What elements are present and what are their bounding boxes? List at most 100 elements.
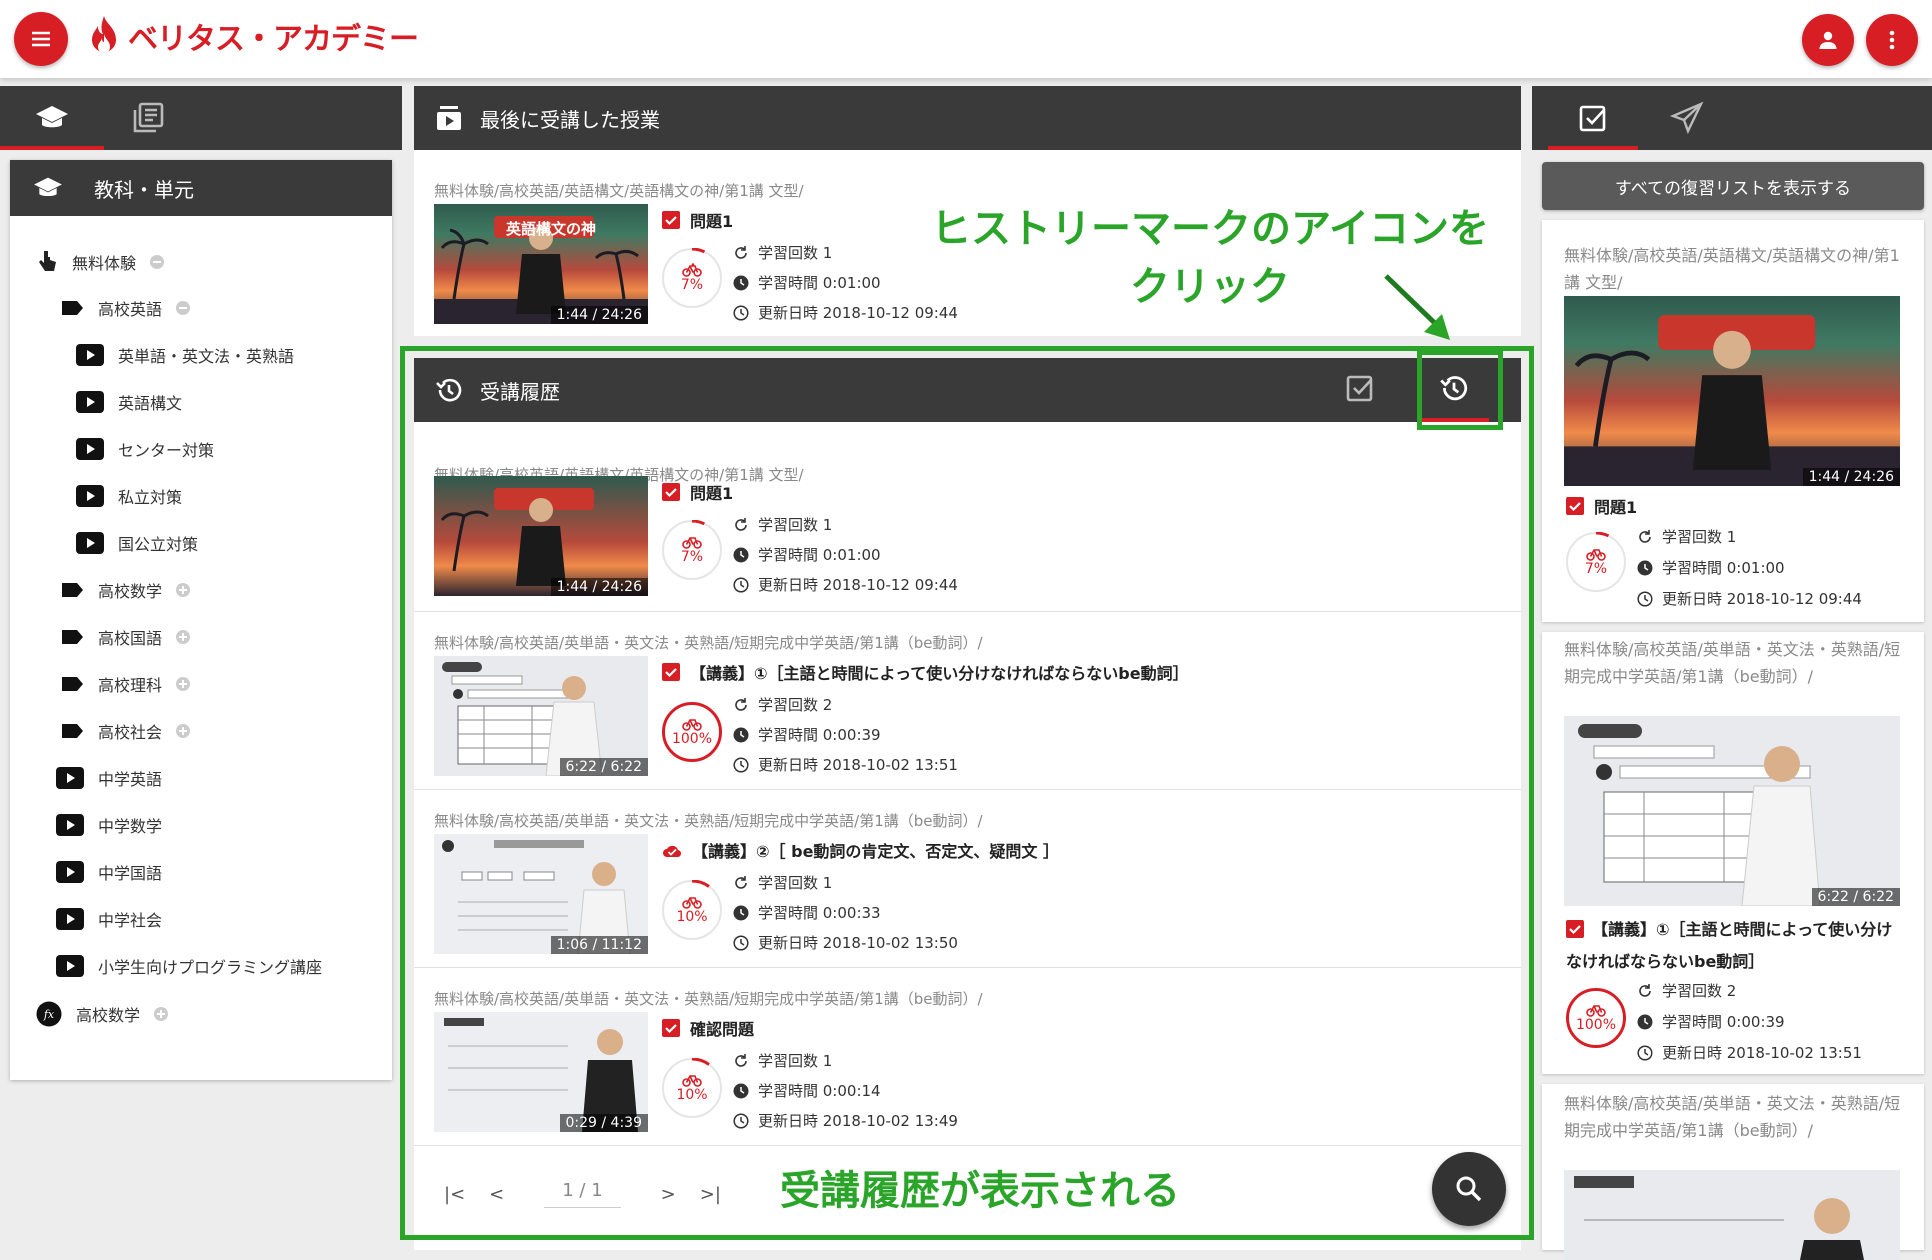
tree-item[interactable]: 小学生向けプログラミング講座	[56, 954, 322, 978]
clock-outline-icon	[733, 304, 749, 321]
bicycle-icon	[1586, 1005, 1606, 1017]
hand-pointer-icon	[36, 249, 58, 275]
study-time: 学習時間 0:01:00	[1636, 557, 1785, 578]
tab-subjects[interactable]	[0, 86, 104, 150]
tab-review-list[interactable]	[1548, 86, 1638, 150]
study-time: 学習時間 0:00:39	[1636, 1011, 1785, 1032]
clock-filled-icon	[1637, 1014, 1653, 1029]
tree-item-label: 高校理科	[98, 676, 163, 695]
tree-item[interactable]: 高校社会	[60, 719, 191, 743]
app-logo[interactable]: ベリタス・アカデミー	[86, 14, 419, 58]
tag-icon	[60, 723, 84, 739]
progress-ring: 7%	[1566, 532, 1626, 592]
tab-messages[interactable]	[1642, 86, 1732, 150]
more-options-button[interactable]	[1866, 14, 1918, 66]
video-thumbnail[interactable]: 6:22 / 6:22	[1564, 716, 1900, 906]
tree-item[interactable]: 国公立対策	[76, 531, 198, 555]
tag-icon	[60, 300, 84, 316]
study-count-text: 学習回数 2	[1662, 982, 1737, 1000]
account-button[interactable]	[1802, 14, 1854, 66]
tree-item-label: 私立対策	[118, 488, 183, 507]
study-time: 学習時間 0:01:00	[732, 272, 881, 293]
thumbnail-art	[1574, 1176, 1864, 1260]
tree-item-label: 国公立対策	[118, 535, 199, 554]
expand-icon[interactable]	[176, 630, 191, 644]
expand-icon[interactable]	[176, 583, 191, 597]
progress-percent: 100%	[1575, 1017, 1617, 1033]
progress-arc	[1595, 532, 1610, 538]
checkbox-checked-icon	[1566, 497, 1584, 515]
updated-at: 更新日時 2018-10-12 09:44	[1636, 588, 1862, 609]
tree-item[interactable]: fx 高校数学	[36, 1001, 169, 1027]
tree-item[interactable]: 高校数学	[60, 578, 191, 602]
tree-item[interactable]: 私立対策	[76, 484, 182, 508]
tag-icon	[60, 629, 84, 645]
video-library-icon	[437, 106, 461, 130]
checkbox-checked-icon	[662, 211, 680, 229]
breadcrumb: 無料体験/高校英語/英語構文/英語構文の神/第1講 文型/	[434, 182, 804, 200]
subject-tree-card: 教科・単元 無料体験 高校英語 英単語・英文法・英熟語 英語構文 センター対策 私立対策国…	[10, 160, 392, 1080]
question-label: 問題1	[690, 212, 734, 231]
menu-button[interactable]	[14, 12, 68, 66]
expand-icon[interactable]	[176, 724, 191, 738]
refresh-icon	[735, 245, 747, 259]
review-card[interactable]: 無料体験/高校英語/英語構文/英語構文の神/第1講 文型/ 1:44 / 24:…	[1542, 220, 1924, 622]
checkbox-outline-icon	[1579, 105, 1606, 132]
tree-item[interactable]: 中学社会	[56, 907, 162, 931]
video-thumbnail[interactable]: 1:44 / 24:26	[1564, 296, 1900, 486]
video-thumbnail[interactable]: 英語構文の神 1:44 / 24:26	[434, 204, 648, 324]
play-icon	[76, 485, 104, 507]
graduation-cap-icon	[34, 177, 62, 197]
thumbnail-banner: 英語構文の神	[506, 220, 597, 238]
last-lesson-header: 最後に受講した授業	[414, 86, 1521, 150]
tree-item[interactable]: 高校理科	[60, 672, 191, 696]
annotation-highlight-history-panel	[400, 346, 1534, 1240]
study-count: 学習回数 1	[732, 242, 832, 263]
tree-item-label: センター対策	[118, 441, 215, 460]
svg-text:fx: fx	[43, 1008, 55, 1021]
play-icon	[56, 908, 84, 930]
video-thumbnail[interactable]	[1564, 1170, 1900, 1260]
expand-icon[interactable]	[176, 677, 191, 691]
play-icon	[56, 814, 84, 836]
play-icon	[76, 438, 104, 460]
tree-item[interactable]: 高校国語	[60, 625, 191, 649]
tree-item-label: 中学数学	[98, 817, 163, 836]
paper-plane-icon	[1670, 101, 1704, 135]
annotation-history-shown: 受講履歴が表示される	[780, 1168, 1180, 1214]
tree-item[interactable]: 英単語・英文法・英熟語	[76, 343, 294, 367]
study-count-text: 学習回数 1	[1662, 528, 1737, 546]
tree-item-label: 中学英語	[98, 770, 163, 789]
tag-icon	[60, 676, 84, 692]
updated-at-text: 更新日時 2018-10-12 09:44	[1662, 590, 1862, 608]
tree-item[interactable]: センター対策	[76, 437, 214, 461]
tab-courses[interactable]	[110, 86, 186, 150]
review-card[interactable]: 無料体験/高校英語/英単語・英文法・英熟語/短期完成中学英語/第1講（be動詞）…	[1542, 632, 1924, 1074]
play-icon	[56, 861, 84, 883]
collapse-icon[interactable]	[176, 301, 191, 315]
expand-icon[interactable]	[154, 1007, 169, 1021]
tree-item[interactable]: 中学国語	[56, 860, 162, 884]
play-icon	[56, 767, 84, 789]
annotation-arrow-icon	[1384, 274, 1450, 340]
tree-item[interactable]: 無料体験	[36, 249, 165, 275]
tree-item-label: 無料体験	[72, 254, 137, 273]
review-card[interactable]: 無料体験/高校英語/英単語・英文法・英熟語/短期完成中学英語/第1講（be動詞）…	[1542, 1084, 1924, 1260]
tree-item-label: 小学生向けプログラミング講座	[98, 958, 323, 977]
thumbnail-art	[1578, 724, 1821, 906]
study-time-text: 学習時間 0:01:00	[1662, 559, 1785, 577]
tree-item[interactable]: 中学英語	[56, 766, 162, 790]
study-count: 学習回数 2	[1636, 980, 1736, 1001]
tree-item[interactable]: 英語構文	[76, 390, 182, 414]
left-tab-bar	[0, 86, 402, 150]
collapse-icon[interactable]	[150, 255, 165, 269]
clock-filled-icon	[1637, 560, 1653, 575]
show-all-review-button[interactable]: すべての復習リストを表示する	[1542, 162, 1924, 210]
play-icon	[76, 532, 104, 554]
clock-filled-icon	[733, 275, 749, 290]
tree-item[interactable]: 高校英語	[60, 296, 191, 320]
video-duration: 6:22 / 6:22	[1811, 888, 1900, 906]
play-icon	[76, 344, 104, 366]
tree-item[interactable]: 中学数学	[56, 813, 162, 837]
video-duration: 1:44 / 24:26	[550, 306, 648, 324]
